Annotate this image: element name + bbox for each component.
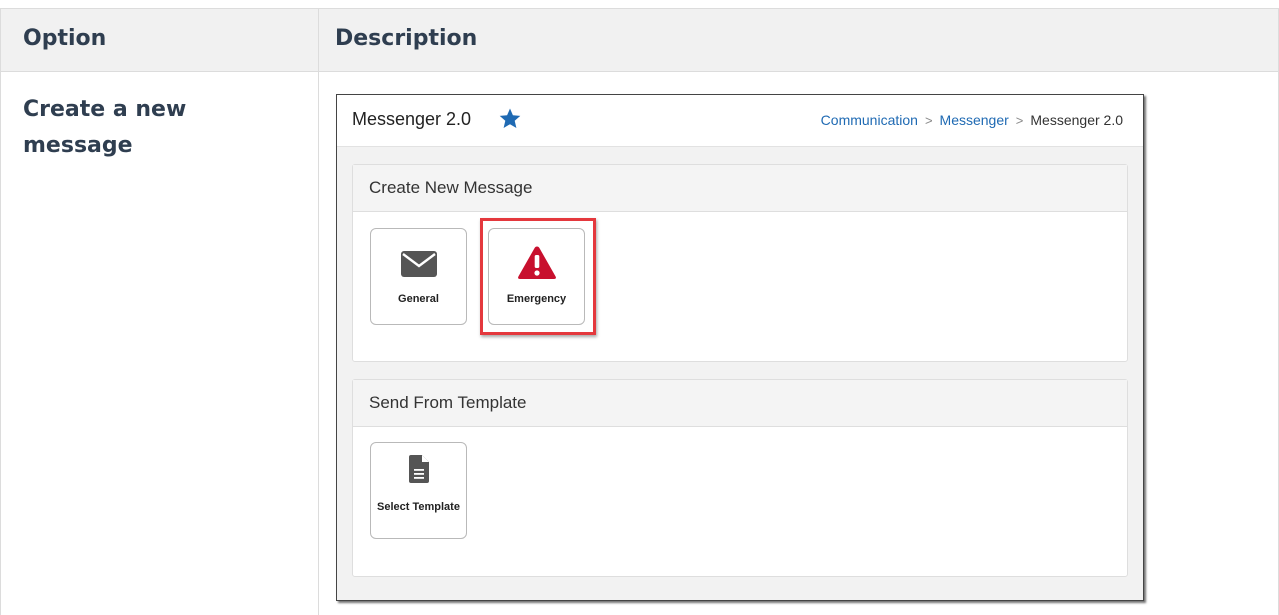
breadcrumb-messenger[interactable]: Messenger <box>940 112 1009 128</box>
panel-title: Send From Template <box>353 380 1127 427</box>
table-header-row: Option Description <box>1 8 1278 72</box>
column-divider <box>318 8 319 615</box>
header-option: Option <box>23 26 107 51</box>
app-header: Messenger 2.0 Communication > Messenger … <box>337 95 1143 147</box>
send-from-template-panel: Send From Template Select Template <box>352 379 1128 577</box>
document-icon <box>409 455 429 483</box>
general-message-button[interactable]: General <box>370 228 467 325</box>
messenger-screenshot: Messenger 2.0 Communication > Messenger … <box>336 94 1144 601</box>
envelope-icon <box>401 251 437 277</box>
create-new-message-panel: Create New Message General Emergency <box>352 164 1128 362</box>
favorite-star-icon[interactable] <box>498 107 522 131</box>
app-title: Messenger 2.0 <box>352 109 472 129</box>
emergency-message-button[interactable]: Emergency <box>488 228 585 325</box>
general-label: General <box>398 293 439 305</box>
warning-icon <box>518 246 556 279</box>
breadcrumb-current: Messenger 2.0 <box>1030 112 1123 128</box>
select-template-label: Select Template <box>377 501 460 513</box>
chevron-right-icon: > <box>1015 112 1024 128</box>
select-template-button[interactable]: Select Template <box>370 442 467 539</box>
header-description: Description <box>335 26 478 51</box>
breadcrumb: Communication > Messenger > Messenger 2.… <box>821 112 1123 128</box>
chevron-right-icon: > <box>924 112 933 128</box>
emergency-label: Emergency <box>506 293 567 305</box>
option-cell: Create a new message <box>23 97 187 158</box>
documentation-table: Option Description Create a new message … <box>0 8 1279 615</box>
panel-title: Create New Message <box>353 165 1127 212</box>
breadcrumb-communication[interactable]: Communication <box>821 112 918 128</box>
